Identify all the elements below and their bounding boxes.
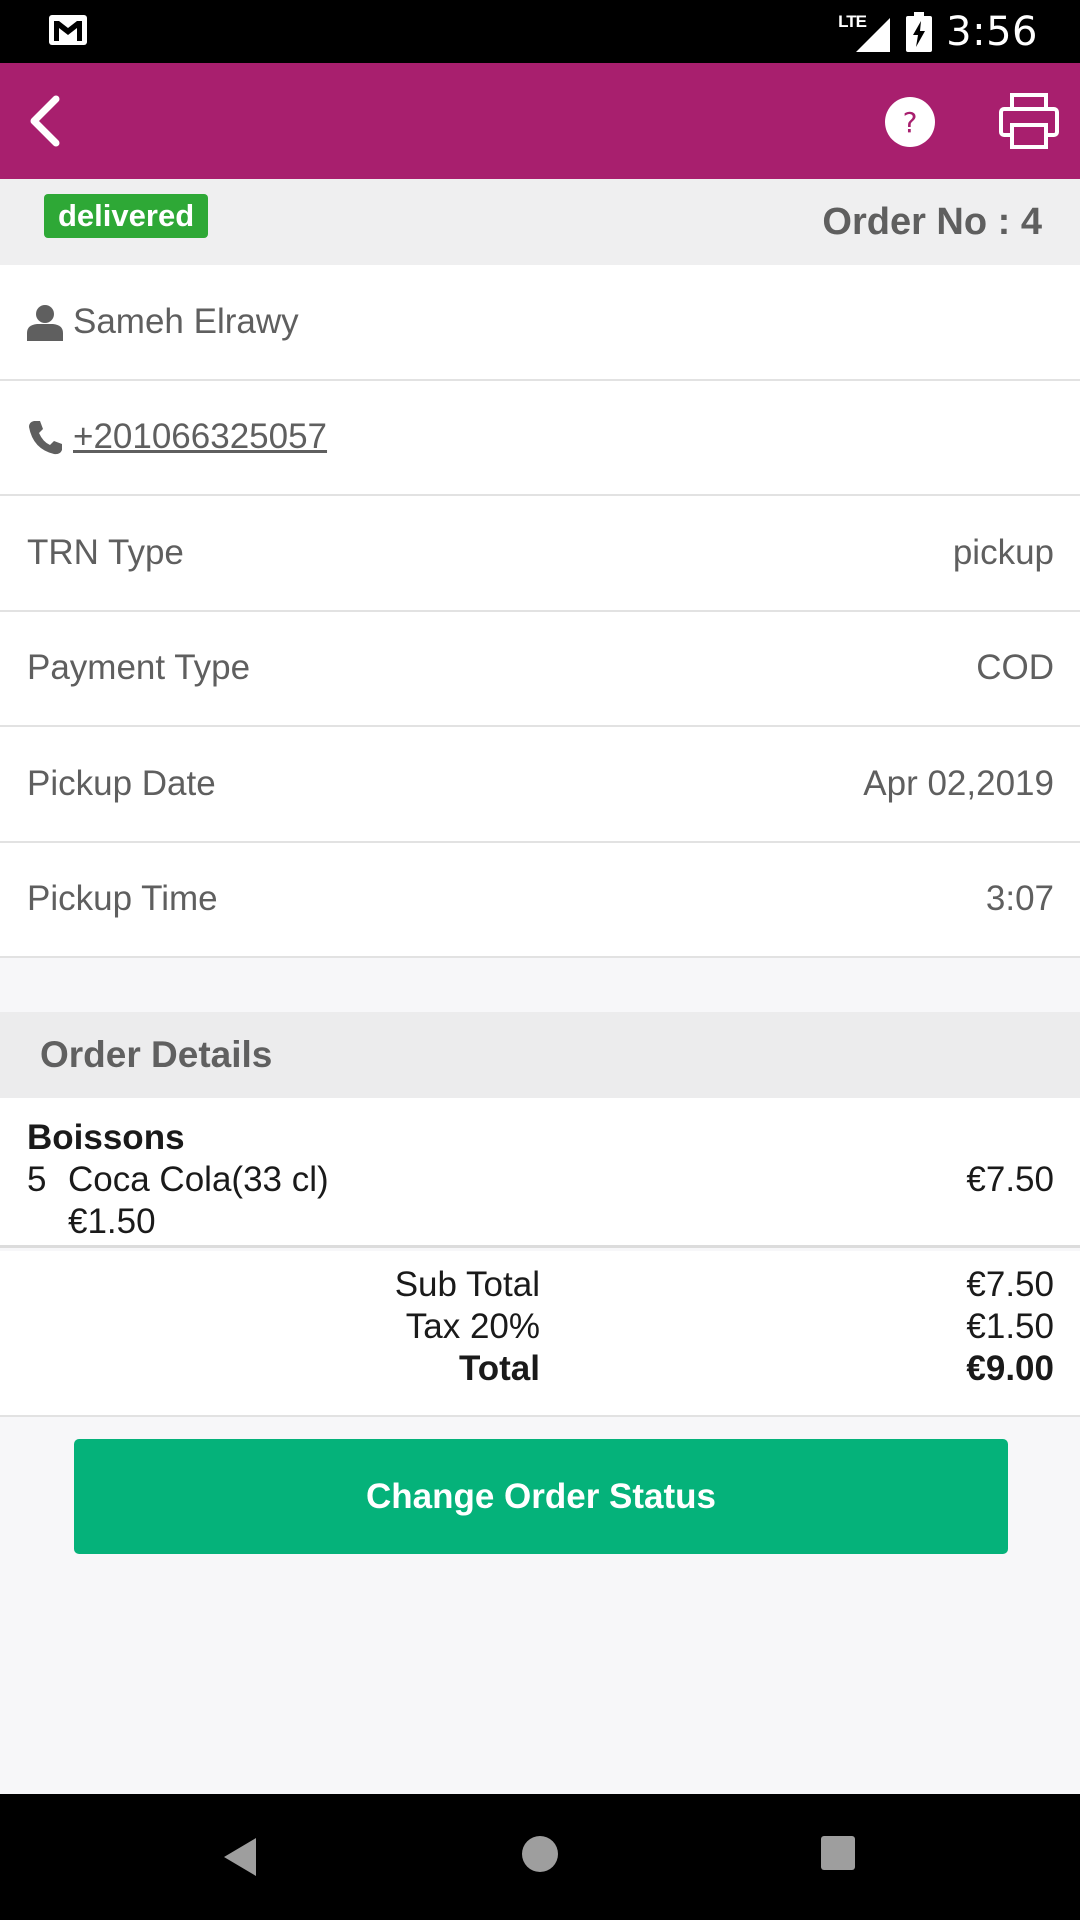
- nav-back-icon[interactable]: [222, 1836, 258, 1878]
- order-info-list: Sameh Elrawy +201066325057 TRN Type pick…: [0, 265, 1080, 958]
- gmail-icon: [49, 15, 87, 45]
- printer-icon[interactable]: [998, 91, 1060, 151]
- item-line-total: €7.50: [966, 1160, 1054, 1199]
- order-status-bar: delivered Order No : 4: [0, 179, 1080, 265]
- order-totals: Sub Total €7.50 Tax 20% €1.50 Total €9.0…: [0, 1251, 1080, 1417]
- order-number: Order No : 4: [822, 201, 1042, 243]
- tax-row: Tax 20% €1.50: [0, 1307, 1080, 1349]
- phone-icon: [29, 421, 62, 455]
- item-category: Boissons: [27, 1118, 185, 1157]
- section-spacer: [0, 958, 1080, 1012]
- customer-name: Sameh Elrawy: [73, 301, 299, 341]
- tax-value: €1.50: [966, 1307, 1054, 1346]
- change-order-status-button[interactable]: Change Order Status: [74, 1439, 1008, 1554]
- person-icon: [27, 304, 63, 341]
- svg-text:?: ?: [903, 106, 918, 139]
- order-items: Boissons 5 Coca Cola(33 cl) €1.50 €7.50: [0, 1098, 1080, 1248]
- nav-home-icon[interactable]: [522, 1836, 558, 1872]
- status-badge: delivered: [44, 194, 209, 238]
- subtotal-value: €7.50: [966, 1265, 1054, 1304]
- section-title: Order Details: [40, 1034, 273, 1075]
- total-row: Total €9.00: [0, 1349, 1080, 1391]
- clock: 3:56: [946, 8, 1038, 55]
- lte-signal-icon: LTE: [838, 12, 892, 52]
- question-circle-icon[interactable]: ?: [884, 96, 936, 148]
- info-value: pickup: [952, 532, 1054, 572]
- customer-phone-row: +201066325057: [0, 381, 1080, 496]
- pickup-date-row: Pickup Date Apr 02,2019: [0, 727, 1080, 843]
- info-label: Payment Type: [27, 648, 251, 688]
- item-name: Coca Cola(33 cl): [68, 1160, 329, 1199]
- order-details-header: Order Details: [0, 1012, 1080, 1098]
- phone-link[interactable]: +201066325057: [73, 417, 327, 457]
- info-label: TRN Type: [27, 532, 184, 572]
- info-label: Pickup Time: [27, 879, 218, 919]
- info-value: 3:07: [985, 879, 1054, 919]
- nav-recents-icon[interactable]: [821, 1836, 855, 1870]
- item-quantity: 5: [27, 1160, 47, 1199]
- total-label: Total: [458, 1349, 540, 1388]
- chevron-left-icon[interactable]: [14, 87, 82, 155]
- system-navigation-bar: [0, 1794, 1080, 1920]
- info-value: COD: [976, 648, 1054, 688]
- tax-label: Tax 20%: [405, 1307, 540, 1346]
- info-value: Apr 02,2019: [863, 763, 1054, 803]
- total-value: €9.00: [966, 1349, 1054, 1388]
- item-unit-price: €1.50: [68, 1202, 156, 1241]
- subtotal-label: Sub Total: [394, 1265, 540, 1304]
- subtotal-row: Sub Total €7.50: [0, 1265, 1080, 1307]
- customer-name-row: Sameh Elrawy: [0, 265, 1080, 381]
- status-bar: LTE 3:56: [0, 0, 1080, 63]
- info-label: Pickup Date: [27, 763, 216, 803]
- app-bar: ?: [0, 63, 1080, 179]
- payment-type-row: Payment Type COD: [0, 612, 1080, 727]
- battery-charging-icon: [906, 11, 933, 52]
- trn-type-row: TRN Type pickup: [0, 496, 1080, 612]
- pickup-time-row: Pickup Time 3:07: [0, 843, 1080, 958]
